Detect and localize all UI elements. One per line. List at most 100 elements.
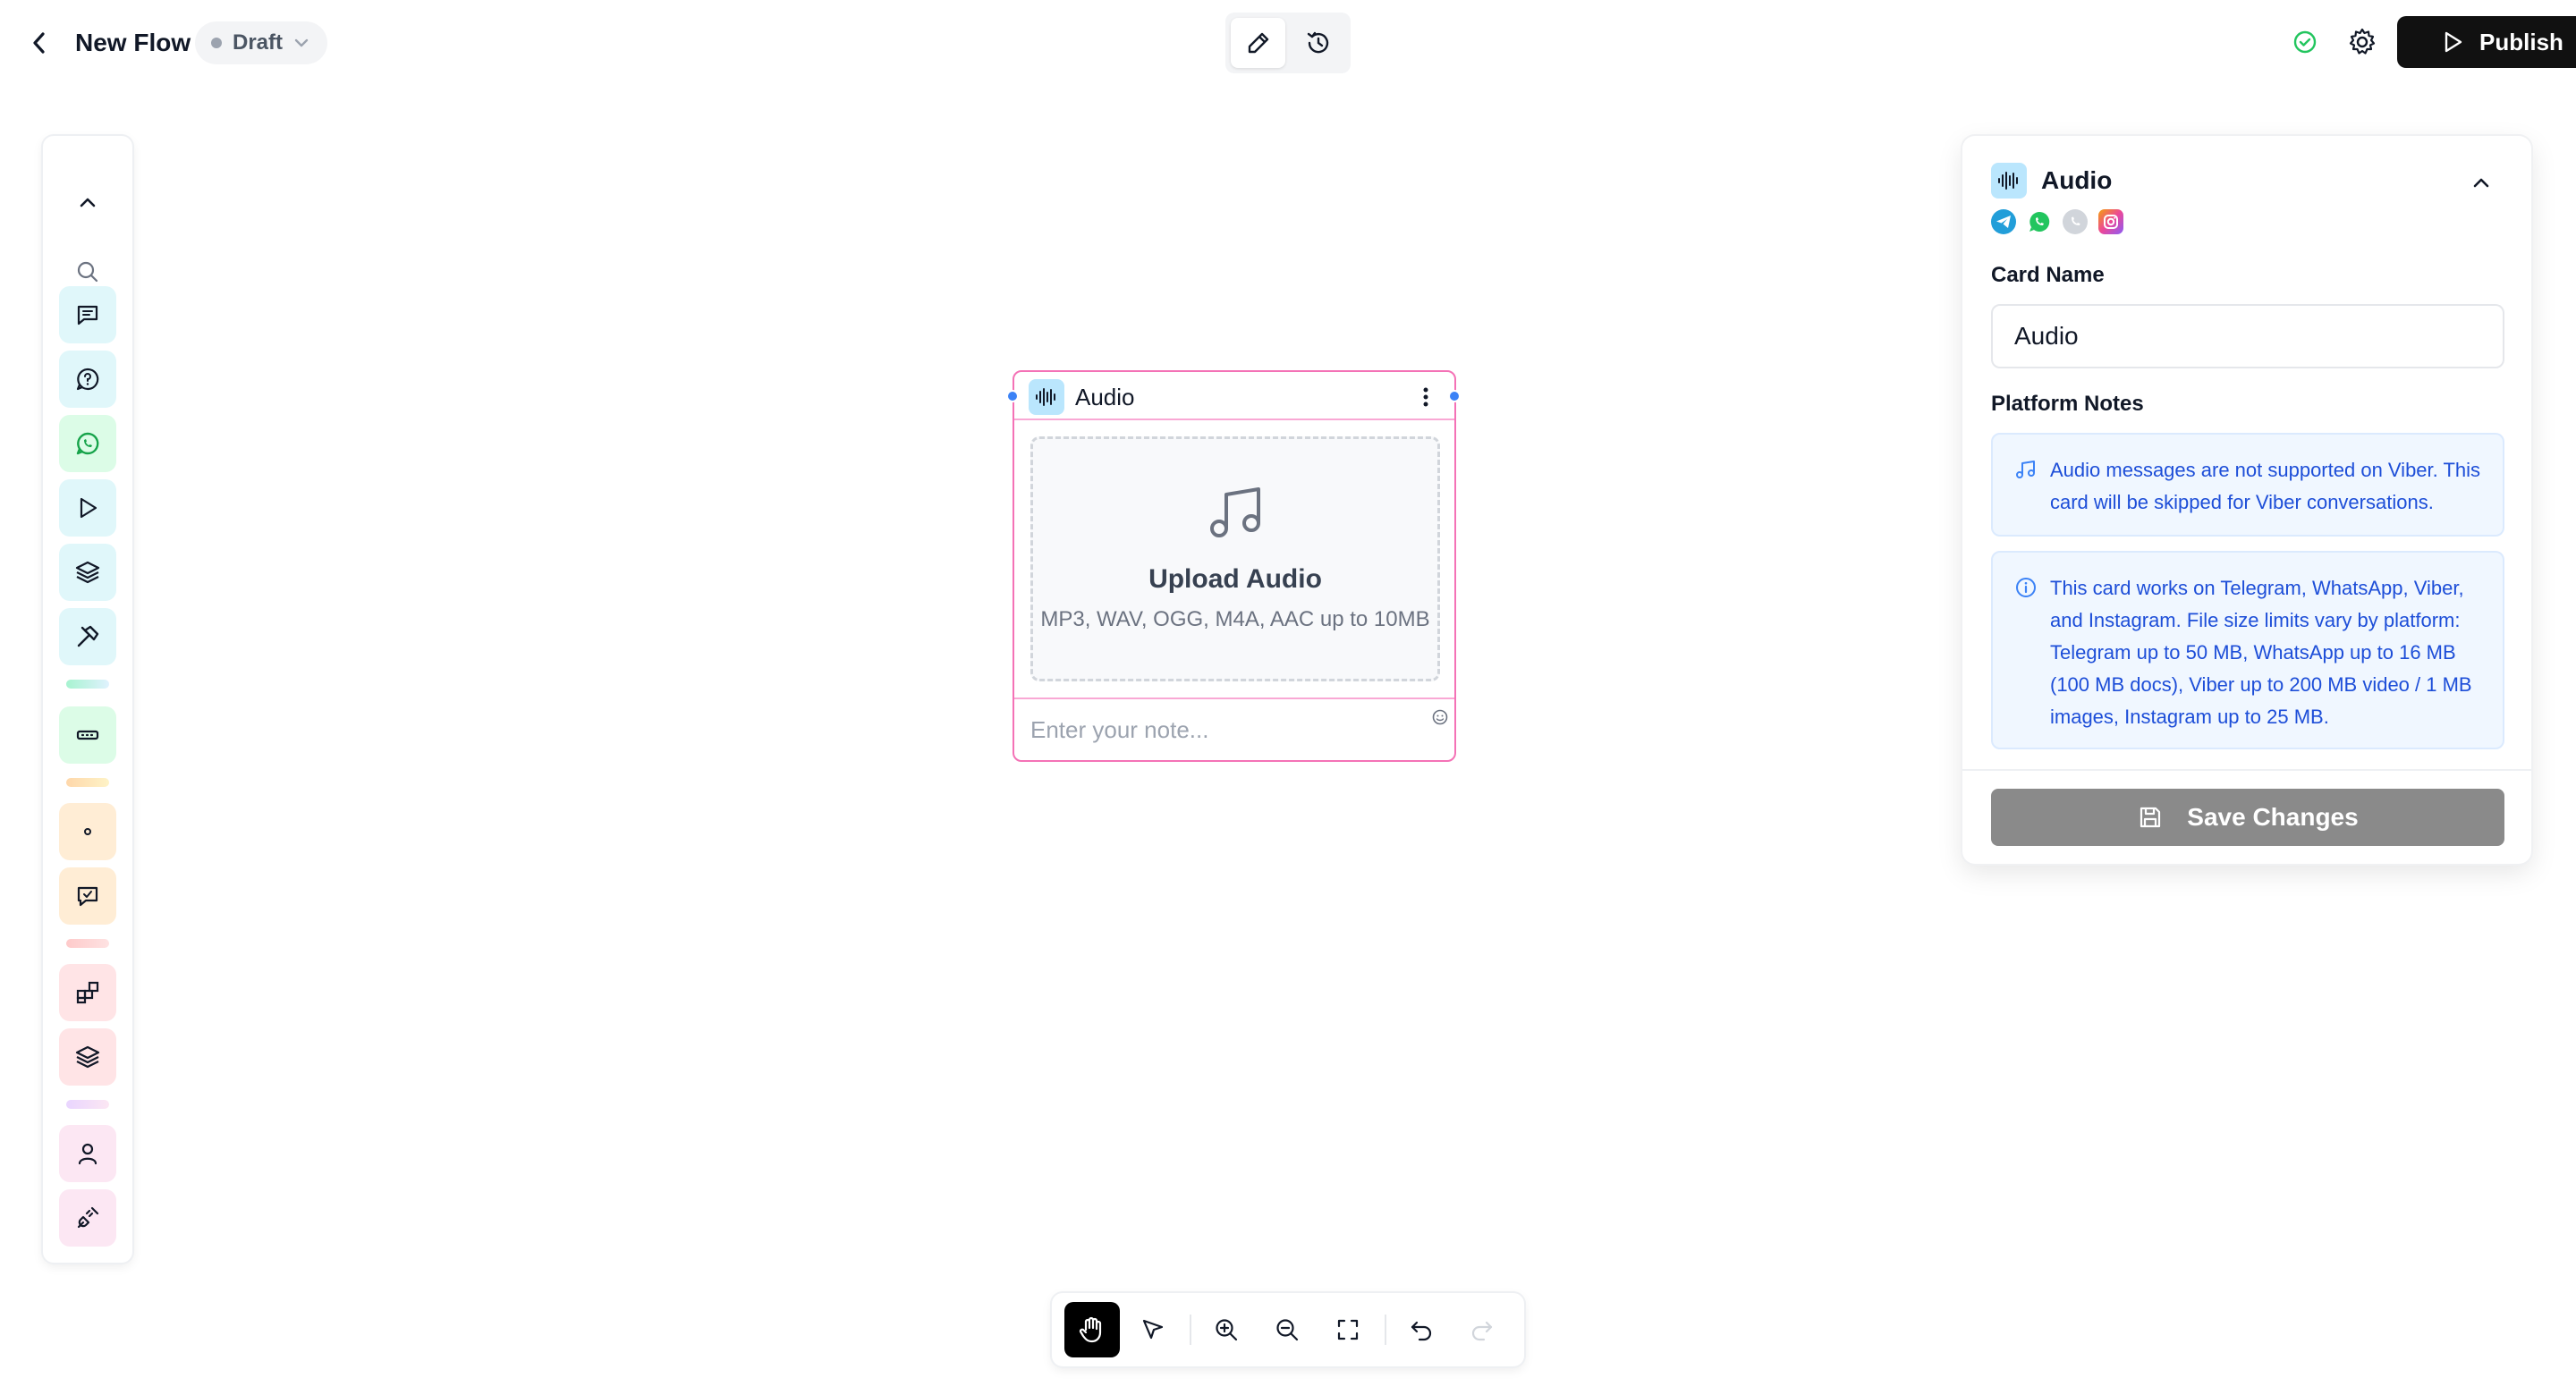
viber-icon xyxy=(2063,209,2088,234)
whatsapp-icon xyxy=(76,432,99,455)
card-title: Audio xyxy=(1075,384,1135,410)
hand-icon xyxy=(1079,1316,1102,1343)
message-reply-icon xyxy=(77,886,98,907)
pencil-icon xyxy=(1248,32,1268,54)
chevron-up-icon xyxy=(2473,178,2489,188)
layers-icon xyxy=(75,561,100,584)
add-message-node[interactable] xyxy=(59,286,116,343)
telegram-icon xyxy=(1991,209,2016,234)
platform-limits-text: This card works on Telegram, WhatsApp, V… xyxy=(2050,577,2472,728)
card-name-label: Card Name xyxy=(1991,263,2105,287)
add-reply-node[interactable] xyxy=(59,867,116,925)
section-divider xyxy=(66,778,109,787)
output-connection-handle[interactable] xyxy=(1448,390,1461,402)
save-changes-button[interactable]: Save Changes xyxy=(1991,789,2504,846)
card-header: Audio xyxy=(1014,372,1454,420)
undo-icon xyxy=(1411,1321,1432,1341)
section-divider xyxy=(66,1100,109,1109)
settings-button[interactable] xyxy=(2343,23,2381,61)
top-bar: New Flow Draft Publish xyxy=(0,0,2576,86)
plug-icon xyxy=(77,1206,99,1229)
message-question-icon xyxy=(76,368,99,391)
fit-view-button[interactable] xyxy=(1320,1302,1376,1357)
add-user-node[interactable] xyxy=(59,1125,116,1182)
fullscreen-icon xyxy=(1337,1319,1359,1340)
toolbar-separator xyxy=(1385,1315,1386,1345)
zoom-in-icon xyxy=(1216,1319,1238,1341)
undo-button[interactable] xyxy=(1394,1302,1449,1357)
platform-notes-label: Platform Notes xyxy=(1991,392,2144,416)
upload-audio-dropzone[interactable]: Upload Audio MP3, WAV, OGG, M4A, AAC up … xyxy=(1030,436,1440,681)
collapse-panel-button[interactable] xyxy=(2463,165,2499,200)
history-button[interactable] xyxy=(1291,18,1345,68)
search-icon xyxy=(77,261,98,283)
more-vertical-icon xyxy=(1423,387,1428,407)
save-icon xyxy=(2140,807,2161,828)
music-note-icon xyxy=(2016,461,2035,478)
add-stack-node[interactable] xyxy=(59,1028,116,1086)
zoom-in-button[interactable] xyxy=(1199,1302,1254,1357)
history-icon xyxy=(1307,31,1328,54)
message-square-icon xyxy=(77,305,98,326)
back-button[interactable] xyxy=(23,25,55,61)
mode-toggle-group xyxy=(1225,13,1351,73)
gear-icon xyxy=(2349,28,2376,55)
add-tools-node[interactable] xyxy=(59,608,116,665)
publish-label: Publish xyxy=(2479,28,2563,55)
supported-platforms xyxy=(1991,209,2123,234)
select-tool-button[interactable] xyxy=(1125,1302,1181,1357)
toolbar-separator xyxy=(1190,1315,1191,1345)
audio-wave-icon xyxy=(1036,388,1055,406)
input-connection-handle[interactable] xyxy=(1006,390,1019,402)
panel-divider xyxy=(1962,769,2531,771)
add-layers-node[interactable] xyxy=(59,544,116,601)
card-divider xyxy=(1014,698,1454,699)
card-note-input[interactable] xyxy=(1030,705,1406,755)
add-start-node[interactable] xyxy=(59,479,116,537)
save-changes-label: Save Changes xyxy=(2187,803,2359,831)
input-field-icon xyxy=(76,730,99,740)
redo-button[interactable] xyxy=(1454,1302,1510,1357)
status-dot xyxy=(211,38,222,48)
upload-title: Upload Audio xyxy=(1148,564,1322,594)
add-condition-node[interactable] xyxy=(59,803,116,860)
panel-type-badge xyxy=(1991,163,2027,199)
status-dropdown[interactable]: Draft xyxy=(195,21,328,64)
music-note-icon xyxy=(1210,487,1260,537)
check-circle-icon xyxy=(2293,30,2317,54)
redo-icon xyxy=(1471,1321,1493,1341)
play-icon xyxy=(80,497,97,519)
info-icon xyxy=(2016,578,2036,597)
audio-card[interactable]: Audio Upload Audio MP3, WAV, OGG, M4A, A… xyxy=(1006,370,1461,762)
chevron-left-icon xyxy=(33,32,45,54)
viber-warning-note: Audio messages are not supported on Vibe… xyxy=(1991,433,2504,537)
dot-icon xyxy=(84,828,91,835)
upload-format-hint: MP3, WAV, OGG, M4A, AAC up to 10MB xyxy=(1040,607,1430,631)
node-toolbar xyxy=(43,136,132,1263)
hammer-icon xyxy=(77,625,99,647)
publish-button[interactable]: Publish xyxy=(2397,16,2576,68)
add-blocks-node[interactable] xyxy=(59,964,116,1021)
add-whatsapp-node[interactable] xyxy=(59,415,116,472)
audio-wave-icon xyxy=(1998,172,2018,190)
section-divider xyxy=(66,680,109,689)
add-input-node[interactable] xyxy=(59,706,116,764)
blocks-icon xyxy=(76,981,99,1004)
chevron-up-icon xyxy=(80,198,96,207)
smile-icon[interactable] xyxy=(1431,708,1449,726)
zoom-out-button[interactable] xyxy=(1259,1302,1315,1357)
card-name-input[interactable] xyxy=(1991,304,2504,368)
layers-icon xyxy=(75,1045,100,1069)
pan-tool-button[interactable] xyxy=(1064,1302,1120,1357)
card-menu-button[interactable] xyxy=(1410,381,1442,413)
collapse-toolbar-button[interactable] xyxy=(59,173,116,231)
viber-warning-text: Audio messages are not supported on Vibe… xyxy=(2050,459,2481,513)
whatsapp-icon xyxy=(2027,209,2052,234)
add-integration-node[interactable] xyxy=(59,1189,116,1247)
edit-mode-button[interactable] xyxy=(1231,18,1285,68)
zoom-out-icon xyxy=(1276,1319,1299,1341)
flow-title[interactable]: New Flow xyxy=(75,27,191,59)
card-settings-panel: Audio Card Name Platform Notes Audio mes… xyxy=(1962,136,2531,864)
add-question-node[interactable] xyxy=(59,351,116,408)
section-divider xyxy=(66,939,109,948)
